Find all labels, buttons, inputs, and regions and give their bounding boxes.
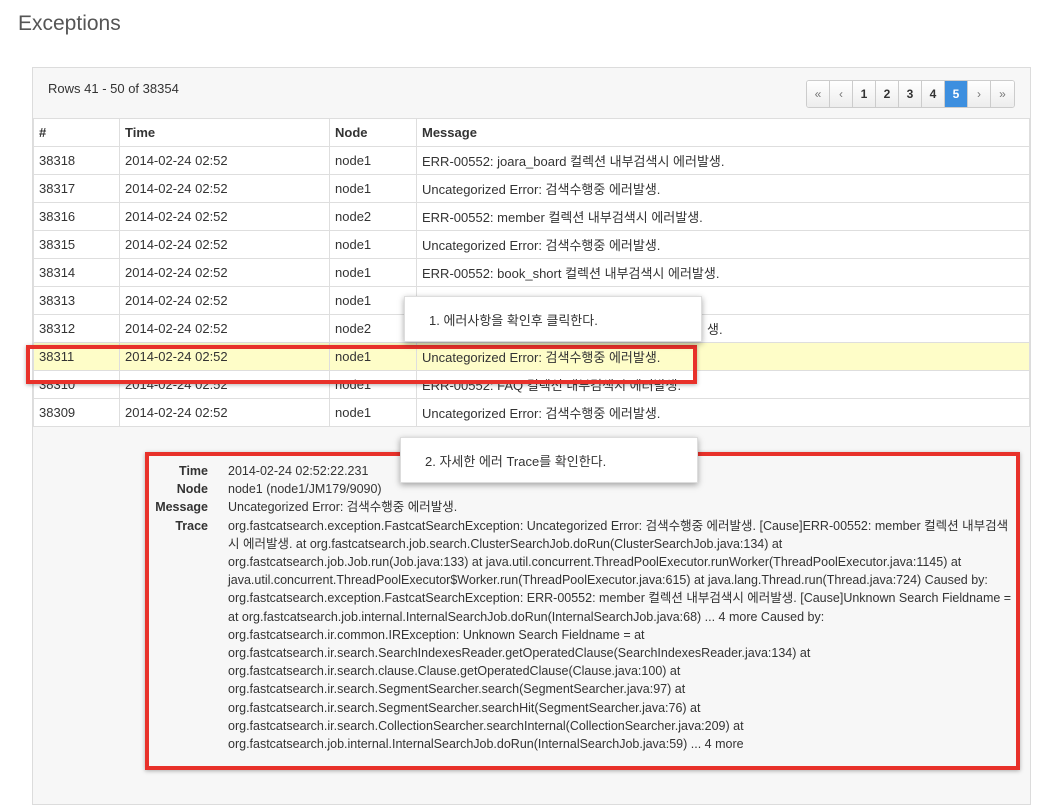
cell-node: node1 bbox=[329, 146, 417, 175]
column-header-id: # bbox=[33, 118, 120, 147]
cell-time: 2014-02-24 02:52 bbox=[119, 398, 330, 427]
table-row[interactable]: 38316 2014-02-24 02:52 node2 ERR-00552: … bbox=[33, 202, 1030, 231]
column-header-node: Node bbox=[329, 118, 417, 147]
selected-row-highlight-box bbox=[26, 345, 697, 384]
table-row[interactable]: 38315 2014-02-24 02:52 node1 Uncategoriz… bbox=[33, 230, 1030, 259]
cell-id: 38312 bbox=[33, 314, 120, 343]
table-row[interactable]: 38317 2014-02-24 02:52 node1 Uncategoriz… bbox=[33, 174, 1030, 203]
page-5-button[interactable]: 5 bbox=[945, 81, 968, 107]
cell-time: 2014-02-24 02:52 bbox=[119, 314, 330, 343]
page-title: Exceptions bbox=[18, 12, 121, 35]
first-page-button[interactable]: « bbox=[807, 81, 830, 107]
column-header-time: Time bbox=[119, 118, 330, 147]
table-header-row: # Time Node Message bbox=[33, 118, 1030, 147]
cell-message: Uncategorized Error: 검색수행중 에러발생. bbox=[416, 398, 1030, 427]
cell-time: 2014-02-24 02:52 bbox=[119, 174, 330, 203]
step1-callout: 1. 에러사항을 확인후 클릭한다. bbox=[404, 296, 702, 342]
cell-id: 38315 bbox=[33, 230, 120, 259]
page-4-button[interactable]: 4 bbox=[922, 81, 945, 107]
cell-id: 38313 bbox=[33, 286, 120, 315]
next-page-button[interactable]: › bbox=[968, 81, 991, 107]
step2-callout: 2. 자세한 에러 Trace를 확인한다. bbox=[400, 437, 698, 483]
cell-time: 2014-02-24 02:52 bbox=[119, 202, 330, 231]
pagination: « ‹ 1 2 3 4 5 › » bbox=[806, 80, 1015, 108]
table-row[interactable]: 38318 2014-02-24 02:52 node1 ERR-00552: … bbox=[33, 146, 1030, 175]
cell-message: ERR-00552: book_short 컬렉션 내부검색시 에러발생. bbox=[416, 258, 1030, 287]
page-1-button[interactable]: 1 bbox=[853, 81, 876, 107]
cell-node: node1 bbox=[329, 398, 417, 427]
cell-message: Uncategorized Error: 검색수행중 에러발생. bbox=[416, 230, 1030, 259]
page-2-button[interactable]: 2 bbox=[876, 81, 899, 107]
cell-node: node2 bbox=[329, 202, 417, 231]
last-page-button[interactable]: » bbox=[991, 81, 1014, 107]
cell-time: 2014-02-24 02:52 bbox=[119, 258, 330, 287]
cell-id: 38318 bbox=[33, 146, 120, 175]
cell-node: node1 bbox=[329, 258, 417, 287]
cell-id: 38309 bbox=[33, 398, 120, 427]
rows-summary: Rows 41 - 50 of 38354 bbox=[48, 81, 179, 96]
cell-time: 2014-02-24 02:52 bbox=[119, 146, 330, 175]
page-3-button[interactable]: 3 bbox=[899, 81, 922, 107]
cell-message: Uncategorized Error: 검색수행중 에러발생. bbox=[416, 174, 1030, 203]
cell-id: 38314 bbox=[33, 258, 120, 287]
table-row[interactable]: 38314 2014-02-24 02:52 node1 ERR-00552: … bbox=[33, 258, 1030, 287]
cell-message: ERR-00552: joara_board 컬렉션 내부검색시 에러발생. bbox=[416, 146, 1030, 175]
cell-id: 38316 bbox=[33, 202, 120, 231]
cell-time: 2014-02-24 02:52 bbox=[119, 230, 330, 259]
trace-highlight-box bbox=[145, 452, 1020, 770]
cell-time: 2014-02-24 02:52 bbox=[119, 286, 330, 315]
cell-node: node1 bbox=[329, 230, 417, 259]
prev-page-button[interactable]: ‹ bbox=[830, 81, 853, 107]
cell-node: node1 bbox=[329, 174, 417, 203]
cell-message: ERR-00552: member 컬렉션 내부검색시 에러발생. bbox=[416, 202, 1030, 231]
cell-id: 38317 bbox=[33, 174, 120, 203]
table-row[interactable]: 38309 2014-02-24 02:52 node1 Uncategoriz… bbox=[33, 398, 1030, 427]
column-header-message: Message bbox=[416, 118, 1030, 147]
